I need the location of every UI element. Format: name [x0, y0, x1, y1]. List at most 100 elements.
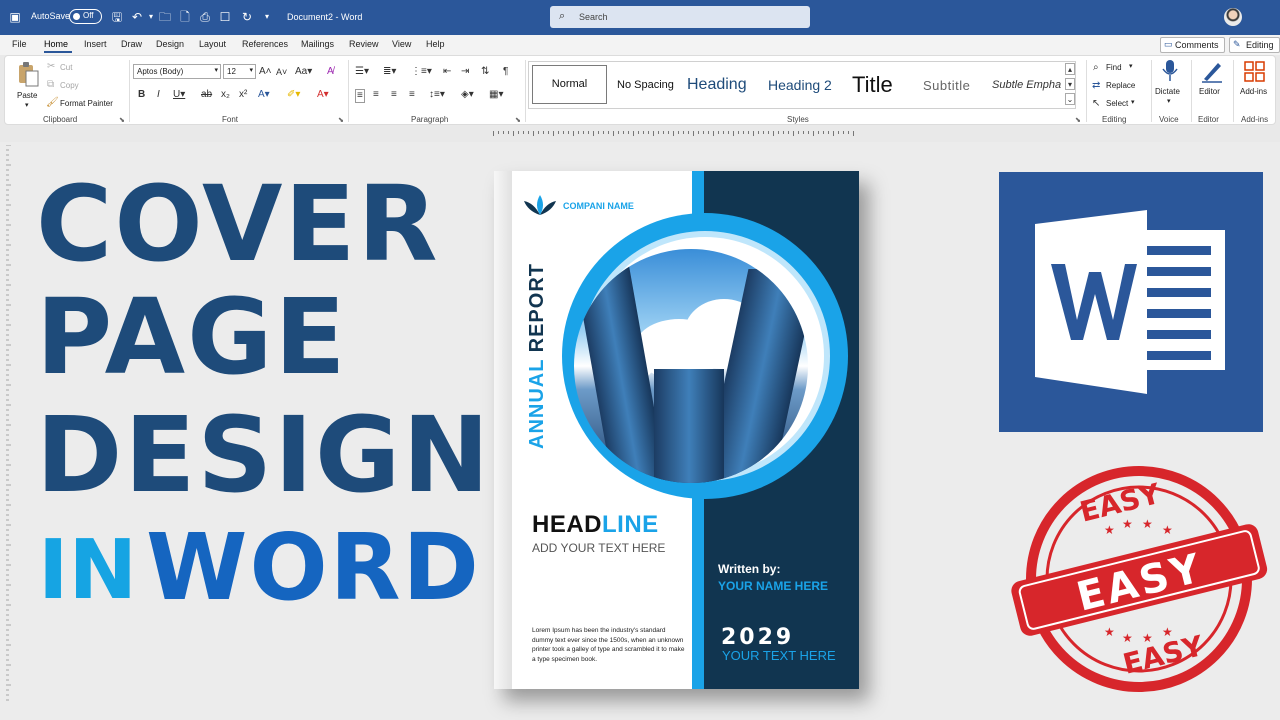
- select-dropdown-icon[interactable]: ▾: [1131, 98, 1135, 106]
- tab-home[interactable]: Home: [44, 39, 68, 49]
- lorem-paragraph: Lorem Ipsum has been the industry's stan…: [532, 627, 685, 663]
- tab-layout[interactable]: Layout: [199, 39, 226, 49]
- borders-icon[interactable]: ▦▾: [489, 89, 503, 101]
- justify-icon[interactable]: ≡: [409, 89, 415, 101]
- ruler-tick: [528, 131, 529, 134]
- styles-scroll-up-icon[interactable]: ▴: [1065, 63, 1075, 75]
- undo-icon[interactable]: ↶: [130, 10, 144, 24]
- align-left-icon[interactable]: ≡: [355, 89, 365, 103]
- touch-mode-icon[interactable]: ☐: [218, 10, 232, 24]
- numbering-icon[interactable]: ≣▾: [383, 66, 396, 78]
- addins-button[interactable]: Add-ins: [1237, 59, 1273, 111]
- word-app-icon[interactable]: ▣: [8, 10, 22, 24]
- clipboard-launcher-icon[interactable]: ⬊: [119, 116, 125, 124]
- align-center-icon[interactable]: ≡: [373, 89, 379, 101]
- add-text-subtitle: ADD YOUR TEXT HERE: [532, 541, 666, 555]
- show-marks-icon[interactable]: ¶: [503, 66, 508, 78]
- strikethrough-icon[interactable]: ab: [201, 89, 212, 101]
- customize-toolbar-icon[interactable]: ▾: [260, 10, 274, 24]
- style-subtle-emphasis[interactable]: Subtle Empha: [992, 79, 1061, 91]
- font-family-select[interactable]: Aptos (Body) ▾: [133, 64, 221, 79]
- editing-mode-button[interactable]: ✎ Editing: [1229, 37, 1280, 53]
- subscript-icon[interactable]: x₂: [221, 89, 230, 101]
- ruler-tick: [543, 131, 544, 134]
- style-heading-2[interactable]: Heading 2: [768, 77, 832, 93]
- tab-help[interactable]: Help: [426, 39, 445, 49]
- paste-button[interactable]: Paste ▾: [13, 61, 43, 111]
- paragraph-launcher-icon[interactable]: ⬊: [515, 116, 521, 124]
- ruler-tick: [618, 131, 619, 134]
- tab-draw[interactable]: Draw: [121, 39, 142, 49]
- tab-design[interactable]: Design: [156, 39, 184, 49]
- shading-icon[interactable]: ◈▾: [461, 89, 474, 101]
- font-size-select[interactable]: 12 ▾: [223, 64, 256, 79]
- new-document-icon[interactable]: 🗋: [178, 10, 192, 24]
- select-button[interactable]: Select: [1106, 99, 1128, 108]
- ruler-tick: [773, 131, 774, 136]
- redo-icon[interactable]: ↻: [240, 10, 254, 24]
- find-button[interactable]: Find: [1106, 63, 1122, 72]
- style-no-spacing[interactable]: No Spacing: [617, 79, 674, 91]
- dictate-label: Dictate: [1155, 87, 1180, 96]
- shrink-font-icon[interactable]: A˅: [276, 66, 287, 78]
- grow-font-icon[interactable]: A˄: [259, 66, 272, 78]
- ruler-tick: [738, 131, 739, 134]
- line-spacing-icon[interactable]: ↕≡▾: [429, 89, 445, 101]
- tab-review[interactable]: Review: [349, 39, 379, 49]
- style-normal[interactable]: Normal: [532, 65, 607, 104]
- format-painter-button[interactable]: Format Painter: [60, 99, 113, 108]
- svg-text:★: ★: [1104, 523, 1115, 537]
- editor-button[interactable]: Editor: [1195, 59, 1229, 111]
- multilevel-list-icon[interactable]: ⋮≡▾: [411, 66, 432, 78]
- styles-more-icon[interactable]: ⌄: [1065, 93, 1075, 105]
- styles-scroll-down-icon[interactable]: ▾: [1065, 78, 1075, 90]
- replace-button[interactable]: Replace: [1106, 81, 1135, 90]
- search-box[interactable]: ⌕ Search: [550, 6, 810, 28]
- bold-icon[interactable]: B: [138, 89, 145, 101]
- vertical-ruler[interactable]: [4, 145, 12, 705]
- paste-icon: [19, 62, 39, 87]
- open-folder-icon[interactable]: 🗀: [158, 10, 172, 24]
- ruler-tick: [798, 131, 799, 134]
- undo-dropdown-icon[interactable]: ▾: [144, 10, 158, 24]
- italic-icon[interactable]: I: [157, 89, 160, 101]
- change-case-icon[interactable]: Aa▾: [295, 66, 312, 78]
- sort-icon[interactable]: ⇅: [481, 66, 489, 78]
- save-icon[interactable]: 🖫: [110, 10, 124, 24]
- dictate-button[interactable]: Dictate ▾: [1154, 59, 1186, 111]
- highlight-icon[interactable]: ✐▾: [287, 89, 300, 101]
- tab-file[interactable]: File: [12, 39, 27, 49]
- text-effects-icon[interactable]: A▾: [258, 89, 270, 101]
- cover-page-mockup: COMPANI NAME ANNUAL REPORT HEADLINE ADD …: [494, 171, 859, 689]
- styles-launcher-icon[interactable]: ⬊: [1075, 116, 1081, 124]
- hero-line-page: PAGE: [36, 276, 348, 398]
- underline-icon[interactable]: U▾: [173, 89, 185, 101]
- print-preview-icon[interactable]: ⎙: [198, 10, 212, 24]
- user-avatar[interactable]: [1224, 8, 1242, 26]
- font-launcher-icon[interactable]: ⬊: [338, 116, 344, 124]
- tab-references[interactable]: References: [242, 39, 288, 49]
- align-right-icon[interactable]: ≡: [391, 89, 397, 101]
- comments-button[interactable]: ▭ Comments: [1160, 37, 1225, 53]
- tab-mailings[interactable]: Mailings: [301, 39, 334, 49]
- autosave-toggle[interactable]: Off: [69, 9, 102, 24]
- font-color-icon[interactable]: A▾: [317, 89, 329, 101]
- word-logo: [999, 172, 1263, 432]
- style-heading[interactable]: Heading: [687, 76, 747, 94]
- ruler-tick: [783, 131, 784, 134]
- find-dropdown-icon[interactable]: ▾: [1129, 62, 1133, 70]
- copy-button[interactable]: Copy: [60, 81, 79, 90]
- ruler-tick: [833, 131, 834, 136]
- superscript-icon[interactable]: x²: [239, 89, 247, 101]
- tab-view[interactable]: View: [392, 39, 411, 49]
- clear-formatting-icon[interactable]: A̸: [327, 66, 334, 78]
- horizontal-ruler[interactable]: [493, 128, 858, 138]
- decrease-indent-icon[interactable]: ⇤: [443, 66, 451, 78]
- cut-button[interactable]: Cut: [60, 63, 72, 72]
- increase-indent-icon[interactable]: ⇥: [461, 66, 469, 78]
- style-title[interactable]: Title: [852, 72, 893, 98]
- tab-insert[interactable]: Insert: [84, 39, 107, 49]
- svg-text:★: ★: [1122, 631, 1133, 645]
- style-subtitle[interactable]: Subtitle: [923, 78, 970, 93]
- bullets-icon[interactable]: ☰▾: [355, 66, 369, 78]
